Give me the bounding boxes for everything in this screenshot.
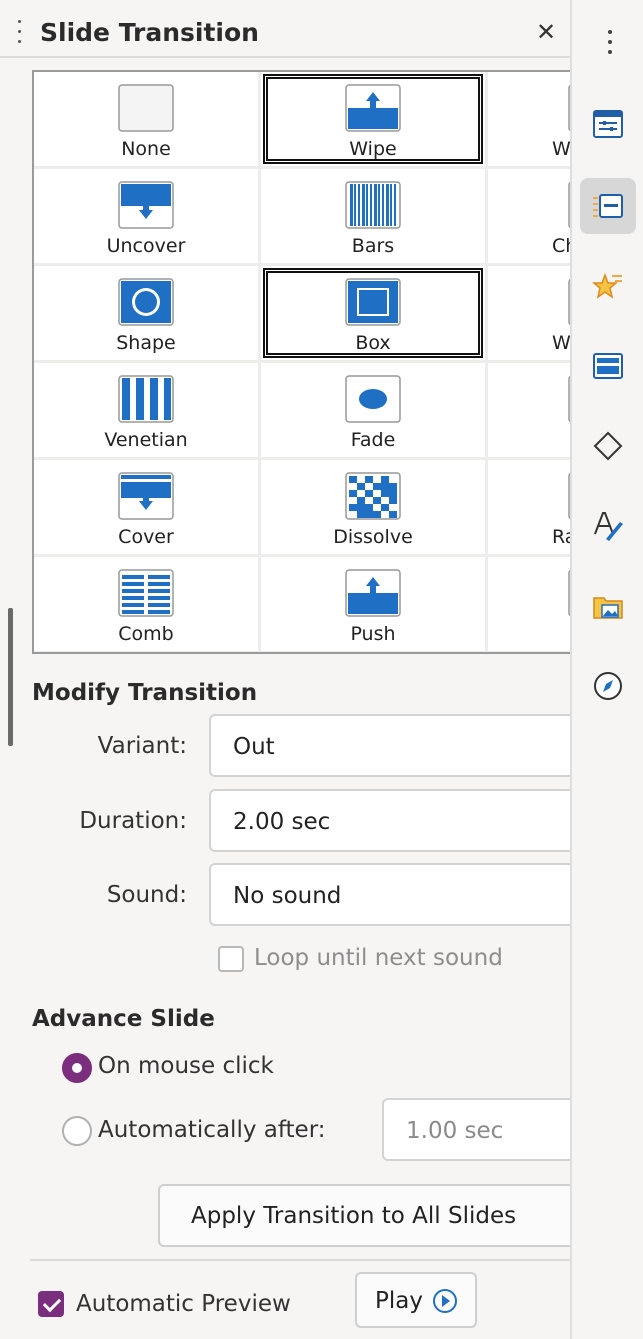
automatic-preview-checkbox[interactable] bbox=[38, 1291, 64, 1317]
variant-value: Out bbox=[233, 734, 275, 760]
transition-item[interactable]: Shape bbox=[34, 266, 258, 363]
transition-label: Push bbox=[350, 623, 396, 645]
transition-label: Uncover bbox=[106, 235, 186, 257]
box-transition-icon bbox=[345, 278, 401, 326]
slide-transition-panel: Slide Transition ✕ None Wipe W Uncover Bars C… bbox=[0, 0, 570, 1339]
panel-titlebar: Slide Transition ✕ bbox=[0, 0, 570, 58]
navigator-icon bbox=[594, 672, 622, 700]
transition-label: Cover bbox=[118, 526, 174, 548]
transition-label: Wipe bbox=[349, 138, 397, 160]
on-mouse-click-radio[interactable] bbox=[62, 1053, 92, 1083]
advance-slide-heading: Advance Slide bbox=[32, 1006, 215, 1032]
tab-animation[interactable] bbox=[580, 258, 636, 314]
loop-sound-checkbox[interactable] bbox=[218, 946, 244, 972]
uncover-transition-icon bbox=[118, 181, 174, 229]
transition-label: Venetian bbox=[104, 429, 188, 451]
resize-handle[interactable] bbox=[8, 608, 13, 746]
transition-item[interactable]: Cover bbox=[34, 460, 258, 557]
cover-transition-icon bbox=[118, 472, 174, 520]
master-slides-icon bbox=[593, 353, 623, 379]
tab-navigator[interactable] bbox=[580, 658, 636, 714]
play-label: Play bbox=[375, 1288, 423, 1314]
loop-sound-label: Loop until next sound bbox=[254, 945, 503, 971]
transition-item[interactable]: Fade bbox=[261, 363, 485, 460]
transition-item[interactable] bbox=[488, 557, 570, 652]
variant-select[interactable]: Out bbox=[209, 714, 570, 777]
transition-label: None bbox=[121, 138, 171, 160]
drag-grip-icon[interactable] bbox=[18, 20, 22, 48]
duration-label: Duration: bbox=[79, 808, 187, 834]
tab-gallery[interactable] bbox=[580, 578, 636, 634]
tab-slide-transition[interactable] bbox=[580, 178, 636, 234]
sound-label: Sound: bbox=[106, 882, 187, 908]
venetian-transition-icon bbox=[118, 375, 174, 423]
transition-item[interactable]: Box bbox=[261, 266, 485, 363]
automatically-after-radio[interactable] bbox=[62, 1116, 92, 1146]
transition-item[interactable]: None bbox=[34, 72, 258, 169]
none-transition-icon bbox=[118, 84, 174, 132]
play-button[interactable]: Play bbox=[355, 1272, 477, 1328]
properties-icon bbox=[593, 110, 623, 138]
close-icon[interactable]: ✕ bbox=[536, 20, 556, 44]
tab-master-slides[interactable] bbox=[580, 338, 636, 394]
animation-icon bbox=[592, 272, 622, 299]
transition-label: Ra bbox=[552, 526, 570, 548]
apply-to-all-slides-button[interactable]: Apply Transition to All Slides bbox=[158, 1184, 570, 1247]
transition-item[interactable]: Wipe bbox=[261, 72, 485, 169]
tab-styles[interactable] bbox=[580, 498, 636, 554]
transition-label: Comb bbox=[118, 623, 174, 645]
modify-transition-heading: Modify Transition bbox=[32, 680, 258, 706]
transition-item[interactable]: Ch bbox=[488, 169, 570, 266]
transition-label: Box bbox=[355, 332, 391, 354]
transition-item[interactable]: Uncover bbox=[34, 169, 258, 266]
transition-item[interactable]: W bbox=[488, 72, 570, 169]
transition-set[interactable]: None Wipe W Uncover Bars Ch Shape Box W Venetian F… bbox=[32, 70, 570, 654]
transition-label: Ch bbox=[552, 235, 570, 257]
push-transition-icon bbox=[345, 569, 401, 617]
transition-label: W bbox=[552, 138, 570, 160]
bars-transition-icon bbox=[345, 181, 401, 229]
duration-value: 2.00 sec bbox=[233, 809, 331, 835]
divider bbox=[30, 1259, 570, 1261]
transition-item[interactable]: Venetian bbox=[34, 363, 258, 460]
on-mouse-click-label: On mouse click bbox=[98, 1053, 274, 1079]
panel-title: Slide Transition bbox=[40, 18, 259, 47]
comb-transition-icon bbox=[118, 569, 174, 617]
transition-grid: None Wipe W Uncover Bars Ch Shape Box W Venetian F… bbox=[34, 72, 570, 652]
gallery-icon bbox=[593, 597, 623, 619]
automatically-after-label: Automatically after: bbox=[98, 1117, 326, 1143]
dissolve-transition-icon bbox=[345, 472, 401, 520]
sidebar-tabbar bbox=[570, 0, 643, 1339]
auto-advance-value: 1.00 sec bbox=[406, 1118, 504, 1144]
transition-label: Bars bbox=[351, 235, 395, 257]
transition-item[interactable]: Bars bbox=[261, 169, 485, 266]
transition-item[interactable]: W bbox=[488, 266, 570, 363]
play-icon bbox=[433, 1289, 457, 1313]
sidebar-menu-icon[interactable] bbox=[608, 30, 612, 60]
sound-select[interactable]: No sound bbox=[209, 863, 570, 926]
slide-transition-icon bbox=[593, 194, 623, 218]
fade-transition-icon bbox=[345, 375, 401, 423]
tab-properties[interactable] bbox=[580, 96, 636, 152]
styles-icon bbox=[594, 512, 623, 541]
variant-label: Variant: bbox=[97, 733, 187, 759]
sound-value: No sound bbox=[233, 883, 342, 909]
transition-item[interactable]: Push bbox=[261, 557, 485, 652]
shape-transition-icon bbox=[118, 278, 174, 326]
transition-item[interactable]: Comb bbox=[34, 557, 258, 652]
transition-label: W bbox=[552, 332, 570, 354]
transition-label: Dissolve bbox=[333, 526, 413, 548]
wipe-transition-icon bbox=[345, 84, 401, 132]
tab-shapes[interactable] bbox=[580, 418, 636, 474]
transition-label: Fade bbox=[350, 429, 396, 451]
auto-advance-spinbox[interactable]: 1.00 sec bbox=[382, 1098, 570, 1161]
shapes-icon bbox=[593, 431, 623, 461]
transition-label: Shape bbox=[116, 332, 176, 354]
apply-to-all-slides-label: Apply Transition to All Slides bbox=[191, 1203, 517, 1229]
transition-item[interactable]: Ra bbox=[488, 460, 570, 557]
transition-item[interactable] bbox=[488, 363, 570, 460]
transition-item[interactable]: Dissolve bbox=[261, 460, 485, 557]
duration-spinbox[interactable]: 2.00 sec bbox=[209, 789, 570, 852]
automatic-preview-label: Automatic Preview bbox=[76, 1291, 291, 1317]
